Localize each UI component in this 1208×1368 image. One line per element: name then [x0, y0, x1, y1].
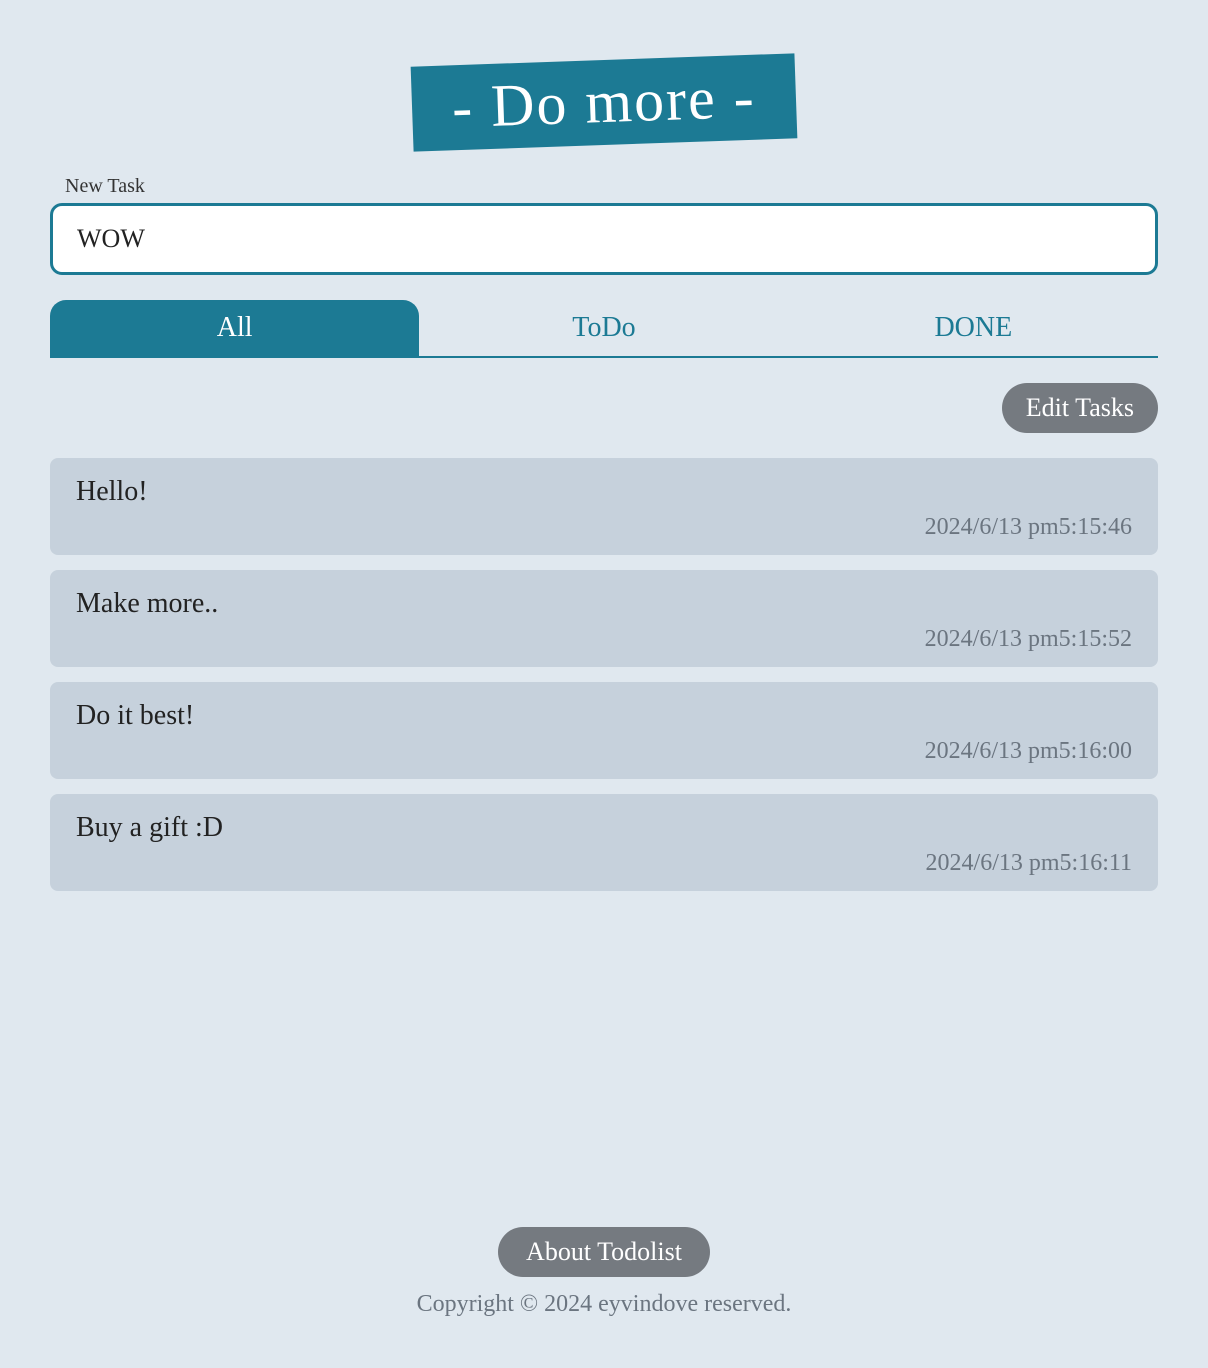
copyright-text: Copyright © 2024 eyvindove reserved.	[50, 1291, 1158, 1318]
task-row[interactable]: Make more.. 2024/6/13 pm5:15:52	[50, 570, 1158, 667]
task-timestamp: 2024/6/13 pm5:15:46	[76, 514, 1132, 541]
task-timestamp: 2024/6/13 pm5:16:11	[76, 850, 1132, 877]
new-task-section: New Task	[50, 175, 1158, 275]
app-title: - Do more -	[411, 53, 797, 151]
task-row[interactable]: Hello! 2024/6/13 pm5:15:46	[50, 458, 1158, 555]
task-timestamp: 2024/6/13 pm5:15:52	[76, 626, 1132, 653]
header: - Do more -	[50, 60, 1158, 145]
edit-tasks-button[interactable]: Edit Tasks	[1002, 383, 1158, 433]
new-task-label: New Task	[65, 175, 1158, 198]
task-row[interactable]: Do it best! 2024/6/13 pm5:16:00	[50, 682, 1158, 779]
task-title: Make more..	[76, 588, 1132, 620]
footer: About Todolist Copyright © 2024 eyvindov…	[50, 1227, 1158, 1318]
filter-tabs: All ToDo DONE	[50, 300, 1158, 358]
task-timestamp: 2024/6/13 pm5:16:00	[76, 738, 1132, 765]
tab-done[interactable]: DONE	[789, 300, 1158, 356]
tab-todo[interactable]: ToDo	[419, 300, 788, 356]
task-title: Hello!	[76, 476, 1132, 508]
app-container: - Do more - New Task All ToDo DONE Edit …	[20, 20, 1188, 1348]
task-title: Do it best!	[76, 700, 1132, 732]
tab-all[interactable]: All	[50, 300, 419, 356]
task-list: Hello! 2024/6/13 pm5:15:46 Make more.. 2…	[50, 458, 1158, 1167]
edit-row: Edit Tasks	[50, 383, 1158, 433]
new-task-input[interactable]	[50, 203, 1158, 275]
about-button[interactable]: About Todolist	[498, 1227, 710, 1277]
task-title: Buy a gift :D	[76, 812, 1132, 844]
task-row[interactable]: Buy a gift :D 2024/6/13 pm5:16:11	[50, 794, 1158, 891]
